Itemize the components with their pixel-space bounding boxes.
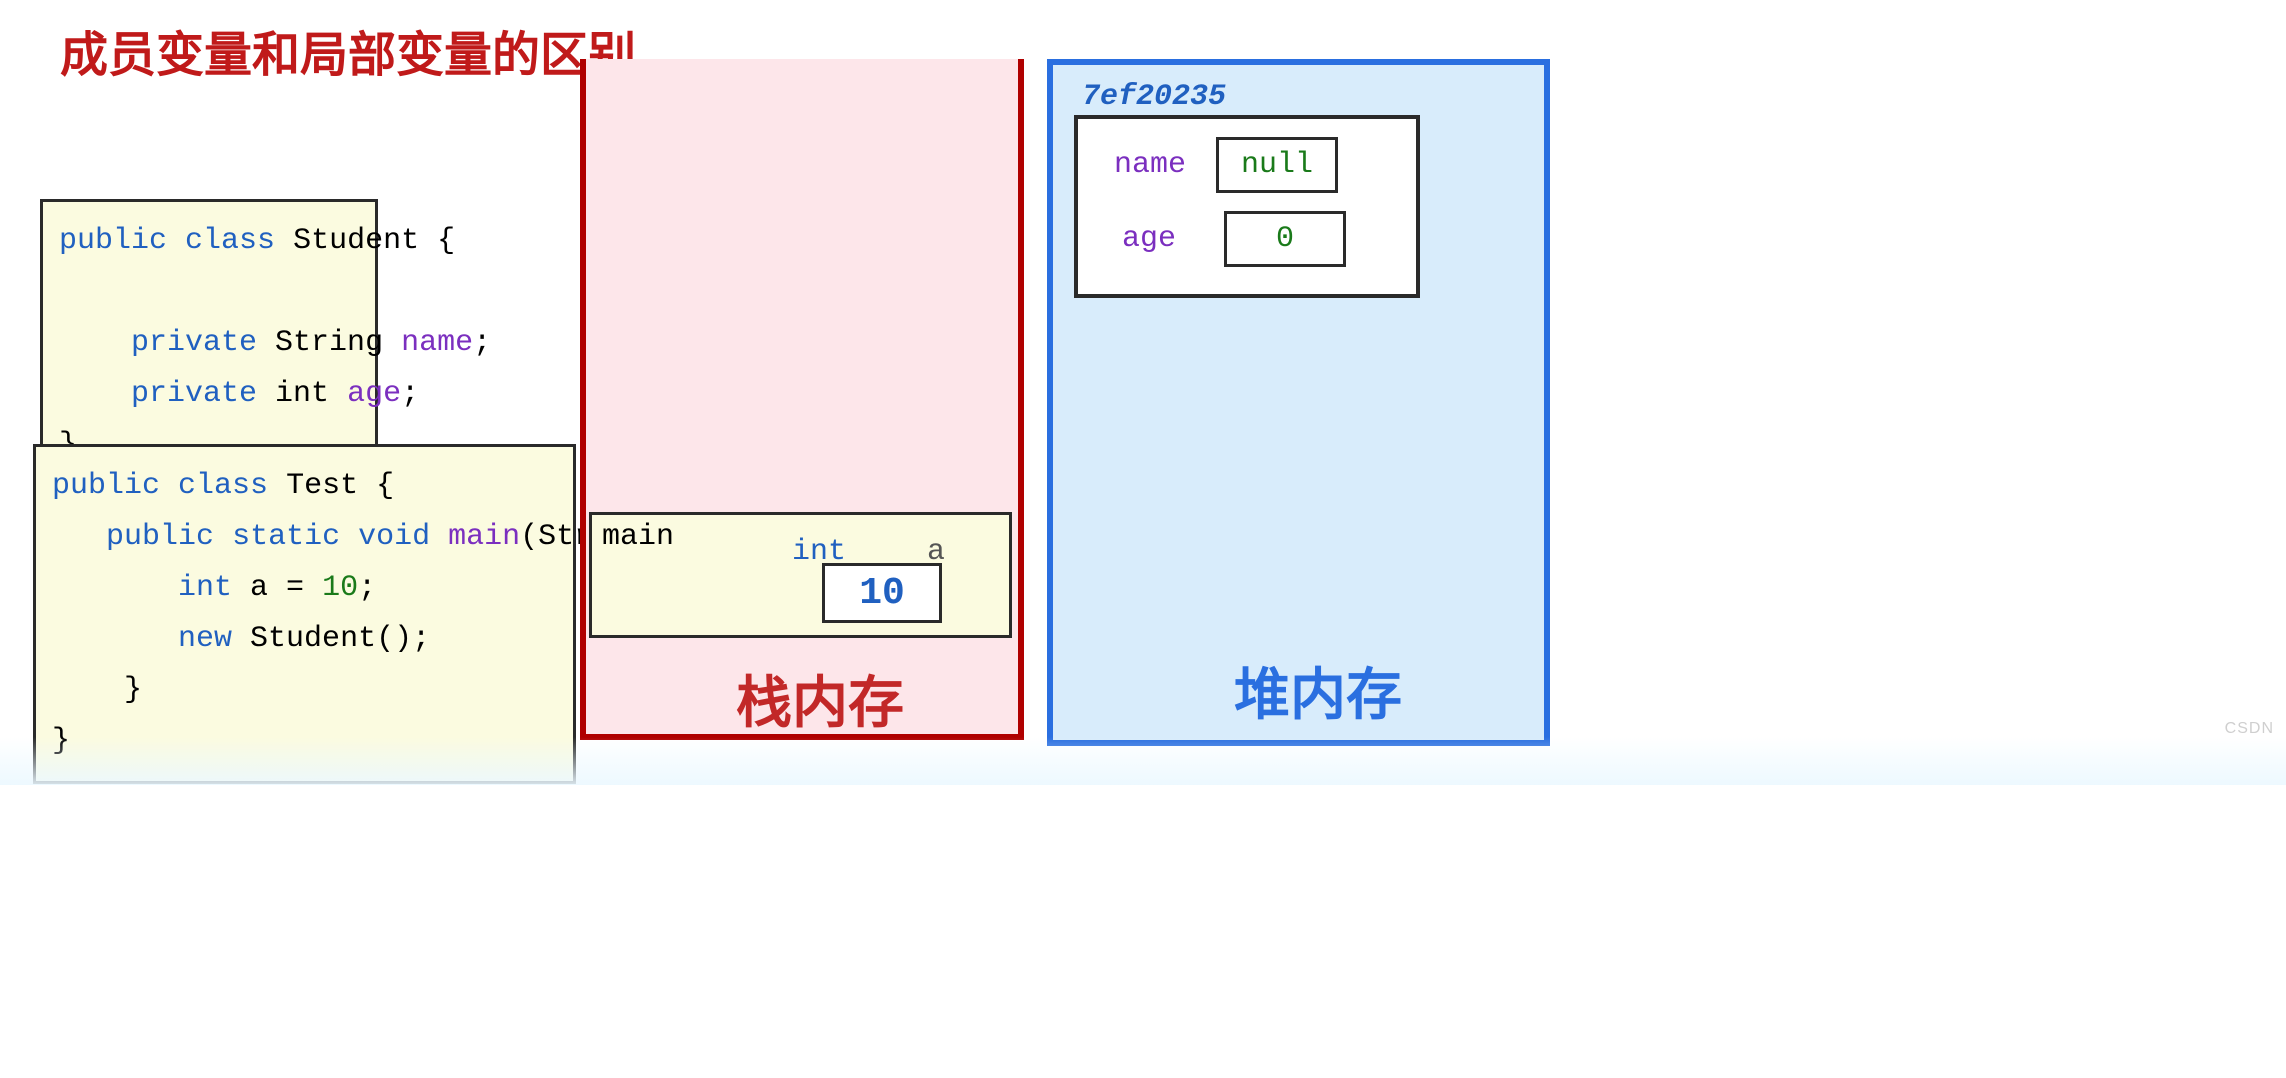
code-text: Test { — [268, 469, 394, 503]
stack-frame-main: main int a 10 — [589, 512, 1012, 638]
watermark: CSDN — [2225, 720, 2274, 738]
code-text: int — [257, 377, 347, 411]
heap-field-age: age 0 — [1122, 211, 1346, 267]
heap-field-label: name — [1114, 148, 1208, 182]
stack-frame-name: main — [602, 520, 674, 554]
keyword: class — [178, 469, 268, 503]
heap-field-label: age — [1122, 222, 1216, 256]
stack-var-value: 10 — [822, 563, 942, 623]
heap-field-value: 0 — [1224, 211, 1346, 267]
keyword: void — [358, 520, 430, 554]
code-text: ; — [358, 571, 376, 605]
code-text: Student(); — [232, 622, 430, 656]
code-text: String — [257, 326, 401, 360]
code-text: ; — [473, 326, 491, 360]
page-title: 成员变量和局部变量的区别 — [60, 15, 636, 85]
number-literal: 10 — [322, 571, 358, 605]
identifier: main — [430, 520, 520, 554]
code-text: Student { — [275, 224, 455, 258]
keyword: private — [131, 326, 257, 360]
heap-object-student: name null age 0 — [1074, 115, 1420, 298]
keyword: new — [178, 622, 232, 656]
keyword: public — [52, 469, 160, 503]
keyword: public — [106, 520, 214, 554]
identifier: age — [347, 377, 401, 411]
heap-field-name: name null — [1114, 137, 1338, 193]
keyword: class — [185, 224, 275, 258]
code-text: } — [52, 673, 142, 707]
code-text: ; — [401, 377, 419, 411]
heap-object-address: 7ef20235 — [1082, 80, 1226, 114]
keyword: int — [178, 571, 232, 605]
keyword: public — [59, 224, 167, 258]
heap-field-value: null — [1216, 137, 1338, 193]
keyword: private — [131, 377, 257, 411]
code-text: a = — [232, 571, 322, 605]
keyword: static — [232, 520, 340, 554]
decorative-wave — [0, 705, 2286, 785]
identifier: name — [401, 326, 473, 360]
